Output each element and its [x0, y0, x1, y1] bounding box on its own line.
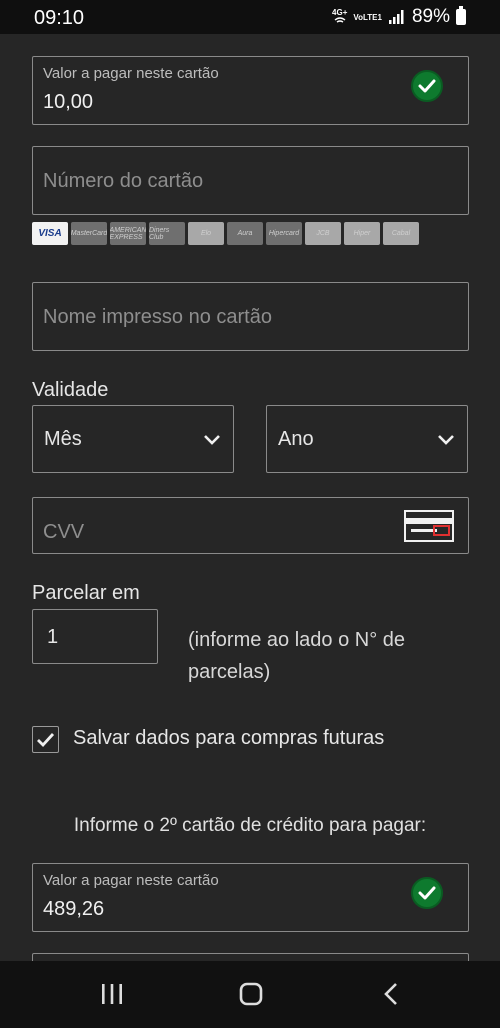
diners-logo: Diners Club: [149, 222, 185, 245]
cvv-card-icon: [404, 510, 454, 542]
year-select[interactable]: Ano: [266, 405, 468, 473]
network-4g-icon: 4G+: [332, 8, 347, 27]
year-select-value: Ano: [278, 428, 314, 450]
valid-check-icon: [411, 877, 443, 909]
save-data-checkbox[interactable]: [32, 726, 59, 753]
battery-percent: 89%: [411, 6, 450, 27]
card-brand-logos: VISA MasterCard AMERICAN EXPRESS Diners …: [32, 222, 419, 245]
month-select[interactable]: Mês: [32, 405, 234, 473]
hiper-logo: Hiper: [344, 222, 380, 245]
signal-icon: [388, 10, 404, 24]
card2-number-input[interactable]: [32, 953, 469, 961]
elo-logo: Elo: [188, 222, 224, 245]
battery-icon: [456, 6, 466, 25]
cardholder-name-placeholder: Nome impresso no cartão: [43, 306, 272, 328]
second-card-title: Informe o 2º cartão de crédito para paga…: [73, 815, 427, 836]
month-select-value: Mês: [44, 428, 82, 450]
status-bar: 09:10 4G+ VoLTE1 89%: [0, 0, 500, 34]
card-number-placeholder: Número do cartão: [43, 170, 204, 192]
mastercard-logo: MasterCard: [71, 222, 107, 245]
system-nav-bar: [0, 961, 500, 1028]
card-number-input[interactable]: Número do cartão: [32, 146, 469, 215]
aura-logo: Aura: [227, 222, 263, 245]
chevron-down-icon: [438, 435, 454, 445]
recent-apps-icon[interactable]: [100, 981, 124, 1007]
volte-icon: VoLTE1: [353, 12, 382, 22]
visa-logo: VISA: [32, 222, 68, 245]
validity-label: Validade: [32, 379, 109, 401]
home-icon[interactable]: [238, 981, 264, 1007]
cabal-logo: Cabal: [383, 222, 419, 245]
installments-label: Parcelar em: [32, 582, 140, 604]
save-data-label[interactable]: Salvar dados para compras futuras: [73, 727, 384, 750]
wifi-icon: [334, 16, 346, 23]
installments-value: 1: [47, 626, 59, 648]
amount-field-card1[interactable]: Valor a pagar neste cartão 10,00: [32, 56, 469, 125]
amount-value: 489,26: [43, 898, 105, 920]
cvv-placeholder: CVV: [43, 521, 85, 543]
amount-value: 10,00: [43, 91, 94, 113]
chevron-down-icon: [204, 435, 220, 445]
status-icons: 4G+ VoLTE1 89%: [332, 6, 466, 28]
back-icon[interactable]: [380, 981, 402, 1007]
jcb-logo: JCB: [305, 222, 341, 245]
payment-form: Valor a pagar neste cartão 10,00 Número …: [0, 34, 500, 961]
amount-field-card2[interactable]: Valor a pagar neste cartão 489,26: [32, 863, 469, 932]
amount-label: Valor a pagar neste cartão: [43, 65, 219, 82]
cardholder-name-input[interactable]: Nome impresso no cartão: [32, 282, 469, 351]
status-time: 09:10: [34, 7, 85, 29]
hipercard-logo: Hipercard: [266, 222, 302, 245]
amex-logo: AMERICAN EXPRESS: [110, 222, 146, 245]
cvv-input[interactable]: CVV: [32, 497, 469, 554]
valid-check-icon: [411, 70, 443, 102]
amount-label: Valor a pagar neste cartão: [43, 872, 219, 889]
installments-input[interactable]: 1: [32, 609, 158, 664]
checkmark-icon: [37, 733, 55, 748]
installments-hint: (informe ao lado o N° de parcelas): [188, 629, 406, 683]
